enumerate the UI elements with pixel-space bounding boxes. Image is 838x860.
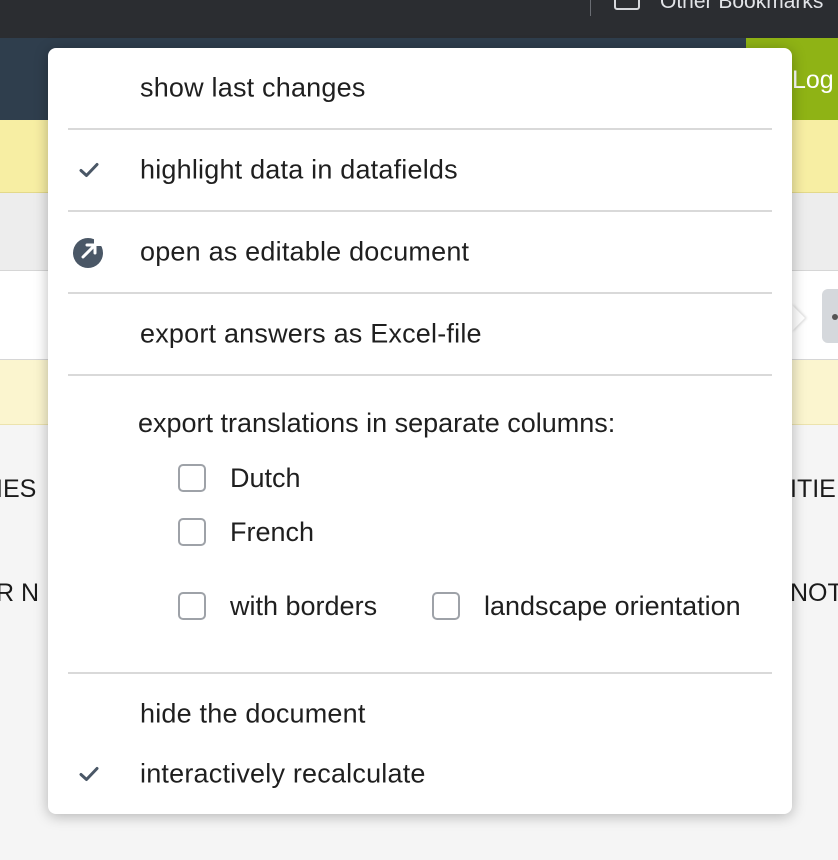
menu-item-highlight-data[interactable]: highlight data in datafields [48, 140, 792, 200]
option-landscape-orientation[interactable]: landscape orientation [432, 591, 772, 626]
option-with-borders[interactable]: with borders [178, 591, 408, 626]
column-header-fragment: ITIE [790, 475, 836, 503]
document-options-menu: show last changes highlight data in data… [48, 48, 792, 814]
menu-divider [68, 210, 772, 212]
other-bookmarks-link[interactable]: Other Bookmarks [660, 0, 823, 13]
column-header-fragment: IES [0, 475, 37, 503]
checkmark-icon [72, 757, 106, 791]
bookmarks-separator [590, 0, 591, 16]
more-options-button[interactable] [822, 289, 838, 343]
with-borders-checkbox[interactable] [178, 592, 206, 620]
landscape-orientation-label: landscape orientation [484, 591, 741, 621]
menu-item-label: highlight data in datafields [140, 154, 458, 185]
landscape-orientation-checkbox[interactable] [432, 592, 460, 620]
french-checkbox[interactable] [178, 518, 206, 546]
menu-item-open-editable[interactable]: open as editable document [48, 222, 792, 282]
open-external-icon [72, 235, 106, 269]
menu-pointer-arrow [791, 304, 805, 332]
dutch-checkbox[interactable] [178, 464, 206, 492]
menu-item-label: open as editable document [140, 236, 470, 267]
browser-bookmarks-bar: Other Bookmarks [0, 0, 838, 39]
menu-item-label: hide the document [140, 698, 366, 729]
logout-button-label: Log out [792, 66, 838, 94]
export-translations-title: export translations in separate columns: [138, 408, 616, 438]
column-header-fragment: R N [0, 579, 40, 607]
french-label: French [230, 517, 315, 547]
folder-icon[interactable] [614, 0, 640, 10]
menu-item-label: show last changes [140, 72, 366, 103]
menu-divider [68, 374, 772, 376]
menu-item-label: export answers as Excel-file [140, 318, 482, 349]
dutch-label: Dutch [230, 463, 301, 493]
with-borders-label: with borders [230, 591, 378, 621]
column-header-fragment: NOT [790, 579, 838, 607]
menu-item-interactively-recalculate[interactable]: interactively recalculate [48, 744, 792, 804]
menu-item-hide-document[interactable]: hide the document [48, 684, 792, 744]
menu-item-label: interactively recalculate [140, 758, 426, 789]
menu-divider [68, 292, 772, 294]
menu-divider [68, 672, 772, 674]
menu-item-export-excel[interactable]: export answers as Excel-file [48, 304, 792, 364]
option-french[interactable]: French [178, 517, 378, 552]
option-dutch[interactable]: Dutch [178, 463, 378, 498]
checkmark-icon [72, 153, 106, 187]
menu-item-show-last-changes[interactable]: show last changes [48, 58, 792, 118]
menu-divider [68, 128, 772, 130]
